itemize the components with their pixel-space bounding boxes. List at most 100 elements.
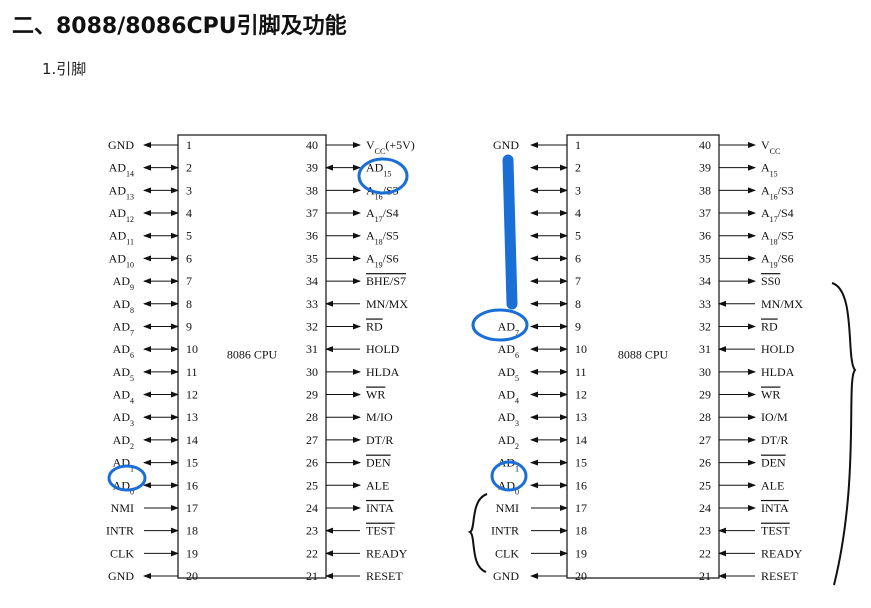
- pin-number-25: 25: [699, 478, 711, 492]
- pin-number-40: 40: [699, 138, 711, 152]
- pin-number-14: 14: [186, 433, 198, 447]
- pin-label-25: ALE: [761, 478, 784, 492]
- chip-name: 8088 CPU: [618, 348, 669, 362]
- pin-number-10: 10: [186, 342, 198, 356]
- pin-label-11: AD5: [498, 365, 519, 383]
- pin-label-2: AD14: [109, 161, 134, 179]
- pin-label-29: WR: [761, 388, 780, 402]
- pinout-diagram: 8086 CPU1GND2AD143AD134AD125AD116AD107AD…: [106, 134, 857, 586]
- pin-number-35: 35: [699, 251, 711, 265]
- pin-label-34: SS0: [761, 274, 780, 288]
- pin-number-20: 20: [186, 569, 198, 583]
- pin-number-34: 34: [306, 274, 318, 288]
- pin-label-13: AD3: [498, 410, 519, 428]
- pin-number-36: 36: [306, 229, 318, 243]
- left-brace-mark: [467, 493, 488, 573]
- pin-number-13: 13: [575, 410, 587, 424]
- pin-number-28: 28: [306, 410, 318, 424]
- pin-number-7: 7: [575, 274, 581, 288]
- pin-label-1: GND: [493, 138, 519, 152]
- pin-label-35: A19/S6: [366, 251, 399, 269]
- pin-number-39: 39: [699, 161, 711, 175]
- pin-label-14: AD2: [498, 433, 519, 451]
- pin-number-12: 12: [186, 388, 198, 402]
- pin-number-4: 4: [575, 206, 581, 220]
- pin-number-32: 32: [699, 319, 711, 333]
- pin-label-29: WR: [366, 388, 385, 402]
- pin-label-24: INTA: [366, 501, 394, 515]
- pin-label-28: IO/M: [761, 410, 788, 424]
- pin-number-2: 2: [186, 161, 192, 175]
- pin-number-27: 27: [306, 433, 318, 447]
- pin-label-36: A18/S5: [761, 229, 794, 247]
- pin-number-18: 18: [186, 524, 198, 538]
- pin-number-17: 17: [186, 501, 198, 515]
- pin-number-6: 6: [575, 251, 581, 265]
- pin-number-3: 3: [186, 183, 192, 197]
- pin-number-8: 8: [575, 297, 581, 311]
- pin-number-17: 17: [575, 501, 587, 515]
- pin-label-37: A17/S4: [761, 206, 794, 224]
- pin-number-9: 9: [575, 319, 581, 333]
- pin-number-27: 27: [699, 433, 711, 447]
- pin-number-37: 37: [306, 206, 318, 220]
- pin-label-32: RD: [366, 319, 383, 333]
- pin-number-31: 31: [306, 342, 318, 356]
- pin-number-39: 39: [306, 161, 318, 175]
- pin-label-24: INTA: [761, 501, 789, 515]
- pin-label-40: VCC(+5V): [366, 138, 415, 156]
- pin-number-38: 38: [306, 183, 318, 197]
- pin-label-38: A16/S3: [761, 183, 794, 201]
- pin-number-4: 4: [186, 206, 192, 220]
- pin-label-9: AD7: [498, 319, 519, 337]
- pin-number-36: 36: [699, 229, 711, 243]
- pin-number-15: 15: [186, 456, 198, 470]
- pin-number-26: 26: [306, 456, 318, 470]
- pin-label-37: A17/S4: [366, 206, 399, 224]
- pin-label-40: VCC: [761, 138, 780, 156]
- pin-label-23: TEST: [366, 524, 395, 538]
- pin-number-16: 16: [575, 478, 587, 492]
- pin-number-23: 23: [699, 524, 711, 538]
- pin-number-19: 19: [186, 546, 198, 560]
- pin-number-6: 6: [186, 251, 192, 265]
- pin-label-33: MN/MX: [366, 297, 408, 311]
- pin-label-3: AD13: [109, 183, 134, 201]
- pin-label-4: AD12: [109, 206, 134, 224]
- pin-label-14: AD2: [113, 433, 134, 451]
- pin-number-30: 30: [699, 365, 711, 379]
- pin-number-21: 21: [306, 569, 318, 583]
- pin-number-23: 23: [306, 524, 318, 538]
- pin-number-35: 35: [306, 251, 318, 265]
- pin-number-12: 12: [575, 388, 587, 402]
- pin-label-23: TEST: [761, 524, 790, 538]
- pin-label-1: GND: [108, 138, 134, 152]
- pin-label-21: RESET: [761, 569, 798, 583]
- pin-number-28: 28: [699, 410, 711, 424]
- pin-label-19: CLK: [495, 546, 519, 560]
- pin-label-39: A15: [761, 161, 778, 179]
- pin-label-26: DEN: [366, 456, 391, 470]
- pin-number-38: 38: [699, 183, 711, 197]
- pin-number-7: 7: [186, 274, 192, 288]
- pin-number-19: 19: [575, 546, 587, 560]
- pin-label-35: A19/S6: [761, 251, 794, 269]
- pin-label-18: INTR: [106, 524, 134, 538]
- pin-label-27: DT/R: [366, 433, 393, 447]
- scribble-mark: [502, 154, 518, 310]
- pin-label-20: GND: [493, 569, 519, 583]
- pin-label-17: NMI: [496, 501, 519, 515]
- pin-label-21: RESET: [366, 569, 403, 583]
- pin-label-11: AD5: [113, 365, 134, 383]
- pin-number-11: 11: [186, 365, 198, 379]
- pin-label-31: HOLD: [761, 342, 795, 356]
- pin-number-5: 5: [186, 229, 192, 243]
- pin-number-15: 15: [575, 456, 587, 470]
- pin-number-11: 11: [575, 365, 587, 379]
- pin-number-14: 14: [575, 433, 587, 447]
- pin-number-22: 22: [306, 546, 318, 560]
- pin-label-28: M/IO: [366, 410, 393, 424]
- pin-label-36: A18/S5: [366, 229, 399, 247]
- pin-number-10: 10: [575, 342, 587, 356]
- pin-label-17: NMI: [111, 501, 134, 515]
